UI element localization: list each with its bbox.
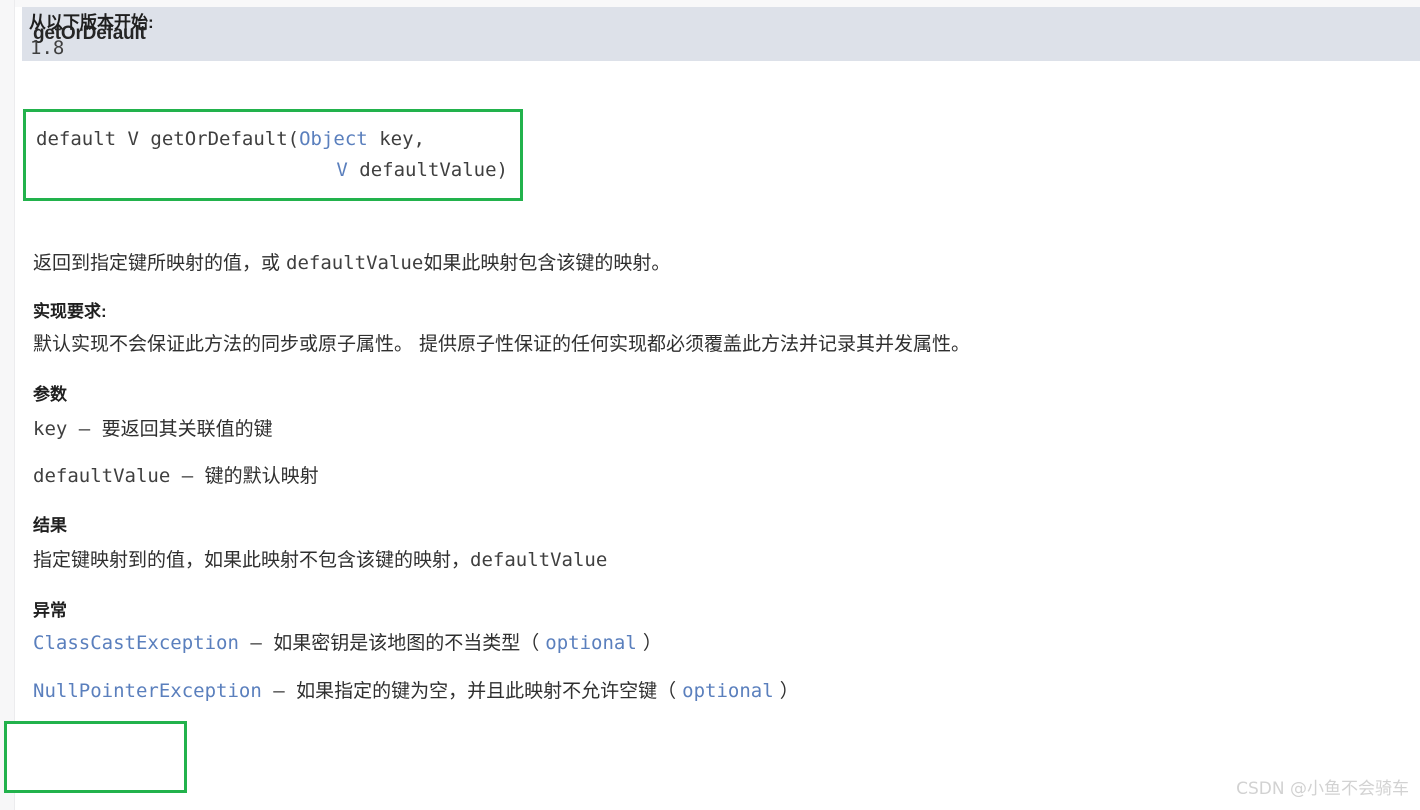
signature-param-name-defaultvalue: defaultValue) — [347, 159, 508, 181]
top-strip — [15, 0, 1420, 7]
since-heading: 从以下版本开始: — [29, 13, 154, 32]
member-header-bar: getOrDefault — [22, 7, 1420, 61]
signature-prefix: default V getOrDefault( — [36, 128, 300, 150]
parameter-item-key: key – 要返回其关联值的键 — [33, 414, 273, 444]
returns-code-defaultvalue: defaultValue — [470, 549, 608, 571]
description-part-2: 如果此映射包含该键的映射。 — [423, 252, 671, 274]
throws-exception-classcastexception[interactable]: ClassCastException — [33, 632, 239, 654]
method-signature-highlight-box: default V getOrDefault(Object key, V def… — [23, 109, 523, 201]
parameter-separator: – — [67, 418, 102, 440]
throws-optional-tag: optional — [682, 680, 774, 702]
parameter-name-defaultvalue: defaultValue — [33, 465, 171, 487]
parameters-heading: 参数 — [33, 385, 67, 404]
parameter-item-defaultvalue: defaultValue – 键的默认映射 — [33, 461, 319, 491]
returns-heading: 结果 — [33, 516, 67, 535]
signature-param-type-v: V — [336, 159, 348, 181]
parameter-separator: – — [170, 465, 205, 487]
throws-tail: ） — [773, 680, 799, 702]
throws-heading: 异常 — [33, 601, 67, 620]
javadoc-page: getOrDefault default V getOrDefault(Obje… — [0, 0, 1420, 810]
parameter-desc-key: 要返回其关联值的键 — [101, 418, 273, 440]
throws-exception-nullpointerexception[interactable]: NullPointerException — [33, 680, 262, 702]
impl-requirements-text: 默认实现不会保证此方法的同步或原子属性。 提供原子性保证的任何实现都必须覆盖此方… — [33, 333, 971, 355]
since-highlight-box — [4, 721, 187, 793]
signature-param-name-key: key, — [367, 128, 425, 150]
signature-param-type-object[interactable]: Object — [299, 128, 368, 150]
throws-item-classcastexception: ClassCastException – 如果密钥是该地图的不当类型（ opti… — [33, 628, 662, 658]
method-signature-line-2: V defaultValue) — [36, 155, 510, 186]
throws-separator: – — [238, 632, 274, 654]
throws-desc-classcastexception: 如果密钥是该地图的不当类型（ — [273, 632, 546, 654]
left-gutter — [0, 0, 14, 810]
returns-desc: 指定键映射到的值，如果此映射不包含该键的映射， — [33, 549, 471, 571]
method-description: 返回到指定键所映射的值，或 defaultValue如果此映射包含该键的映射。 — [33, 248, 670, 278]
throws-separator: – — [261, 680, 297, 702]
throws-desc-nullpointerexception: 如果指定的键为空，并且此映射不允许空键（ — [296, 680, 683, 702]
parameter-desc-defaultvalue: 键的默认映射 — [204, 465, 319, 487]
throws-optional-tag: optional — [545, 632, 637, 654]
impl-requirements-heading: 实现要求: — [33, 302, 107, 321]
parameter-name-key: key — [33, 418, 68, 440]
throws-item-nullpointerexception: NullPointerException – 如果指定的键为空，并且此映射不允许… — [33, 676, 799, 706]
description-part-1: 返回到指定键所映射的值，或 — [33, 252, 287, 274]
throws-tail: ） — [636, 632, 662, 654]
method-signature-line-1: default V getOrDefault(Object key, — [36, 124, 510, 155]
description-code-defaultvalue: defaultValue — [286, 252, 424, 274]
returns-text: 指定键映射到的值，如果此映射不包含该键的映射，defaultValue — [33, 545, 607, 575]
left-gutter-divider — [14, 0, 15, 810]
since-value: 1.8 — [30, 37, 65, 59]
csdn-watermark: CSDN @小鱼不会骑车 — [1236, 779, 1409, 799]
